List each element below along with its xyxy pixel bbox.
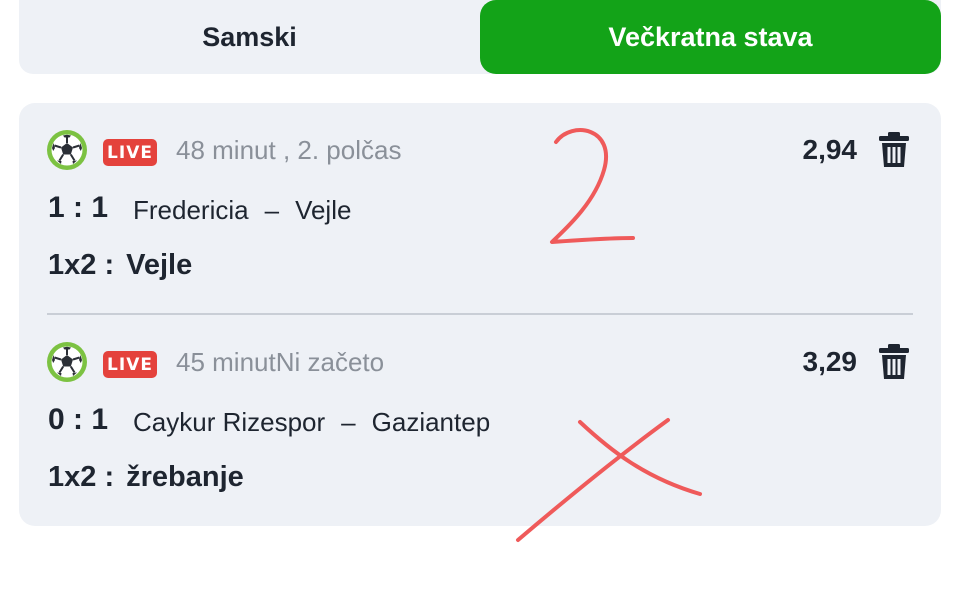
match-score: 0 : 1: [48, 403, 109, 436]
tab-single[interactable]: Samski: [19, 0, 480, 74]
match-teams: Fredericia – Vejle: [133, 195, 351, 226]
bet-slip: LIVE 48 minut , 2. polčas 2,94 1 : 1 Fre…: [19, 103, 941, 526]
bet-selection: 1x2 : Vejle: [48, 249, 192, 282]
bet-odds: 3,29: [802, 346, 858, 377]
market-label: 1x2 :: [48, 461, 115, 493]
soccer-ball-icon: [47, 130, 87, 170]
bet-item: LIVE 48 minut , 2. polčas 2,94 1 : 1 Fre…: [19, 103, 941, 303]
away-team: Gaziantep: [371, 407, 491, 437]
match-status: 48 minut , 2. polčas: [176, 135, 402, 165]
away-team: Vejle: [295, 195, 352, 225]
home-team: Fredericia: [133, 195, 249, 225]
team-separator: –: [264, 195, 280, 225]
selected-pick: Vejle: [126, 249, 193, 281]
bet-selection: 1x2 : žrebanje: [48, 461, 244, 494]
selected-pick: žrebanje: [126, 461, 244, 493]
trash-icon[interactable]: [877, 343, 911, 381]
trash-icon[interactable]: [877, 131, 911, 169]
match-score: 1 : 1: [48, 191, 109, 224]
match-status: 45 minutNi začeto: [176, 347, 385, 377]
bet-item: LIVE 45 minutNi začeto 3,29 0 : 1 Caykur…: [19, 315, 941, 515]
market-label: 1x2 :: [48, 249, 115, 281]
bet-odds: 2,94: [802, 134, 858, 165]
soccer-ball-icon: [47, 342, 87, 382]
home-team: Caykur Rizespor: [133, 407, 326, 437]
live-badge: LIVE: [103, 139, 157, 166]
live-badge: LIVE: [103, 351, 157, 378]
tab-multiple-bet[interactable]: Večkratna stava: [480, 0, 941, 74]
match-teams: Caykur Rizespor – Gaziantep: [133, 407, 490, 438]
bet-type-tabs: Samski Večkratna stava: [19, 0, 941, 74]
team-separator: –: [341, 407, 356, 437]
